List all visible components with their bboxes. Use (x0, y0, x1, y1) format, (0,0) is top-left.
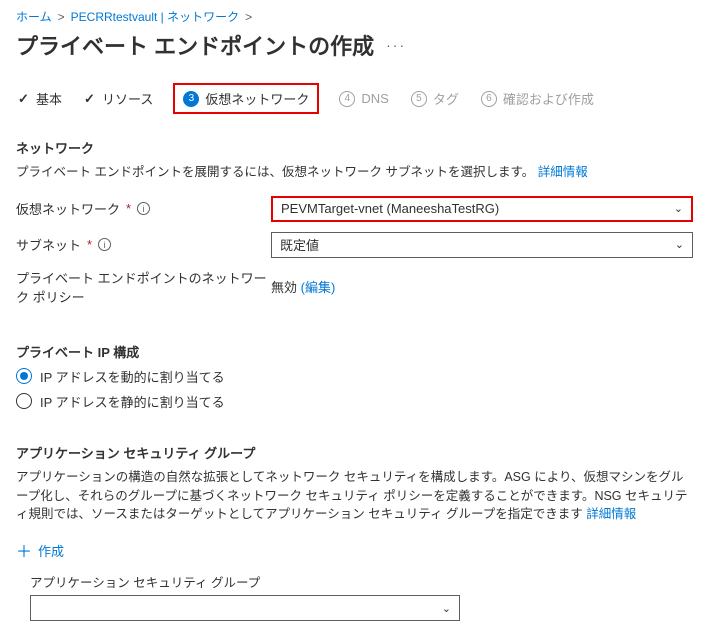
tab-virtual-network[interactable]: 3 仮想ネットワーク (173, 83, 319, 114)
policy-label: プライベート エンドポイントのネットワーク ポリシー (16, 268, 271, 306)
radio-dynamic-label: IP アドレスを動的に割り当てる (40, 367, 225, 386)
chevron-down-icon: ⌄ (674, 202, 683, 215)
step-number-icon: 6 (481, 91, 497, 107)
tab-review: 6 確認および作成 (479, 85, 596, 112)
policy-value: 無効 (271, 280, 297, 295)
radio-icon (16, 393, 32, 409)
tab-dns: 4 DNS (337, 87, 390, 111)
tab-vnet-label: 仮想ネットワーク (205, 89, 309, 108)
tab-resource-label: リソース (102, 89, 153, 108)
tab-tags-label: タグ (433, 89, 459, 108)
network-helper-text: プライベート エンドポイントを展開するには、仮想ネットワーク サブネットを選択し… (16, 165, 534, 179)
tab-basics[interactable]: ✓ 基本 (16, 85, 64, 112)
subnet-select[interactable]: 既定値 ⌄ (271, 232, 693, 258)
breadcrumb-sep-1: > (58, 10, 65, 24)
asg-create-label: 作成 (38, 541, 64, 560)
asg-select[interactable]: ⌄ (30, 595, 460, 621)
breadcrumb-sep-2: > (245, 10, 252, 24)
asg-helper: アプリケーションの構造の自然な拡張としてネットワーク セキュリティを構成します。… (16, 468, 693, 524)
asg-create-button[interactable]: ＋ 作成 (16, 538, 693, 562)
network-helper: プライベート エンドポイントを展開するには、仮想ネットワーク サブネットを選択し… (16, 163, 693, 182)
breadcrumb-home[interactable]: ホーム (16, 8, 52, 25)
check-icon: ✓ (18, 91, 30, 107)
subnet-select-value: 既定値 (280, 235, 319, 254)
radio-dynamic-ip[interactable]: IP アドレスを動的に割り当てる (16, 367, 693, 386)
section-ipconfig-heading: プライベート IP 構成 (16, 342, 693, 361)
policy-edit-link[interactable]: (編集) (301, 280, 336, 295)
asg-learn-more-link[interactable]: 詳細情報 (586, 507, 636, 521)
asg-table-header: アプリケーション セキュリティ グループ (30, 572, 693, 591)
network-learn-more-link[interactable]: 詳細情報 (538, 165, 588, 179)
radio-icon (16, 368, 32, 384)
radio-static-ip[interactable]: IP アドレスを静的に割り当てる (16, 392, 693, 411)
radio-static-label: IP アドレスを静的に割り当てる (40, 392, 225, 411)
tab-review-label: 確認および作成 (503, 89, 594, 108)
vnet-select[interactable]: PEVMTarget-vnet (ManeeshaTestRG) ⌄ (271, 196, 693, 222)
page-title: プライベート エンドポイントの作成 (16, 29, 374, 61)
info-icon[interactable]: i (137, 202, 150, 215)
more-actions-icon[interactable]: ··· (386, 37, 406, 53)
chevron-down-icon: ⌄ (675, 238, 684, 251)
chevron-down-icon: ⌄ (442, 602, 451, 615)
tab-dns-label: DNS (361, 91, 388, 106)
required-indicator: * (87, 237, 92, 252)
step-number-icon: 3 (183, 91, 199, 107)
breadcrumb-vault[interactable]: PECRRtestvault | ネットワーク (71, 8, 239, 25)
wizard-tabs: ✓ 基本 ✓ リソース 3 仮想ネットワーク 4 DNS 5 タグ 6 確認およ… (16, 83, 693, 114)
tab-resource[interactable]: ✓ リソース (82, 85, 155, 112)
subnet-label: サブネット (16, 235, 81, 254)
breadcrumb: ホーム > PECRRtestvault | ネットワーク > (16, 8, 693, 25)
tab-basics-label: 基本 (36, 89, 62, 108)
section-asg-heading: アプリケーション セキュリティ グループ (16, 443, 693, 462)
step-number-icon: 5 (411, 91, 427, 107)
step-number-icon: 4 (339, 91, 355, 107)
plus-icon: ＋ (16, 538, 32, 562)
vnet-select-value: PEVMTarget-vnet (ManeeshaTestRG) (281, 201, 499, 216)
required-indicator: * (126, 201, 131, 216)
section-network-heading: ネットワーク (16, 138, 693, 157)
check-icon: ✓ (84, 91, 96, 107)
info-icon[interactable]: i (98, 238, 111, 251)
tab-tags: 5 タグ (409, 85, 461, 112)
vnet-label: 仮想ネットワーク (16, 199, 120, 218)
